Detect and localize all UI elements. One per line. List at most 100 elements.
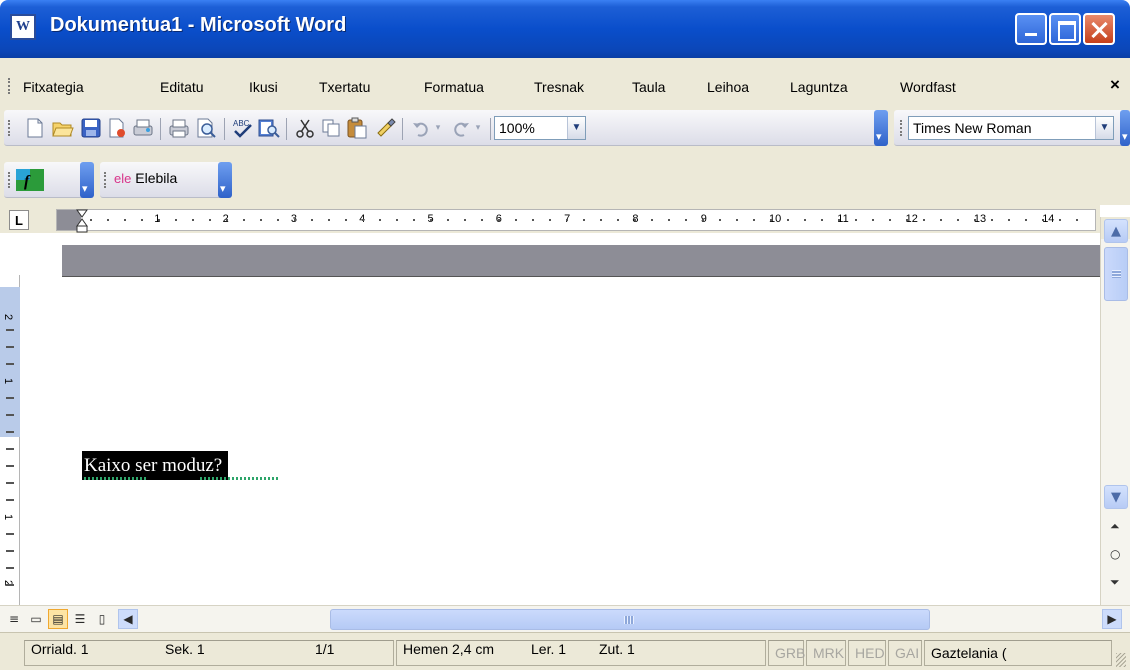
menu-close-icon[interactable]: ×: [1110, 75, 1120, 95]
vertical-ruler[interactable]: 2112: [0, 275, 20, 605]
ruler-tick: [192, 219, 194, 221]
research-icon[interactable]: [258, 117, 280, 139]
format-painter-icon[interactable]: [374, 117, 396, 139]
toolbar-separator: [160, 118, 161, 140]
menu-formatua[interactable]: Formatua: [424, 79, 484, 95]
permission-icon[interactable]: [106, 117, 128, 139]
paste-icon[interactable]: [346, 117, 368, 139]
chevron-down-icon[interactable]: ▼: [567, 117, 585, 139]
elebila-logo-icon: ele: [114, 171, 132, 186]
ruler-tick: [838, 219, 840, 221]
search-icon[interactable]: [196, 117, 218, 139]
status-position[interactable]: Hemen 2,4 cm Ler. 1 Zut. 1: [396, 640, 766, 666]
vertical-scroll-thumb[interactable]: [1104, 247, 1128, 301]
menu-tresnak[interactable]: Tresnak: [534, 79, 584, 95]
scroll-left-button[interactable]: ◀: [118, 609, 138, 629]
title-bar: W Dokumentua1 - Microsoft Word: [0, 0, 1130, 58]
menu-editatu[interactable]: Editatu: [160, 79, 204, 95]
menu-wordfast[interactable]: Wordfast: [900, 79, 956, 95]
resize-grip[interactable]: [1116, 653, 1126, 667]
menu-ikusi[interactable]: Ikusi: [249, 79, 278, 95]
ruler-tick: [209, 219, 211, 221]
cut-icon[interactable]: [294, 117, 316, 139]
next-page-icon[interactable]: ⏷: [1110, 575, 1120, 590]
ruler-tick: [1059, 219, 1061, 221]
ruler-tick: [991, 219, 993, 221]
tab-selector[interactable]: L: [9, 210, 29, 230]
status-page-of: 1/1: [315, 641, 335, 657]
reading-layout-icon[interactable]: ▯: [92, 609, 112, 629]
ruler-tick: [974, 219, 976, 221]
undo-icon[interactable]: [410, 117, 432, 139]
redo-icon[interactable]: [450, 117, 472, 139]
print-icon[interactable]: [168, 117, 190, 139]
toolbar-options-button[interactable]: [874, 110, 888, 146]
status-rec[interactable]: GRB: [768, 640, 805, 666]
open-icon[interactable]: [52, 117, 74, 139]
menu-taula[interactable]: Taula: [632, 79, 665, 95]
indent-marker-icon[interactable]: [75, 208, 89, 234]
ruler-tick: [345, 219, 347, 221]
status-section: Sek. 1: [165, 641, 205, 657]
status-at: Hemen 2,4 cm: [403, 641, 495, 657]
toolbar-grip[interactable]: [900, 120, 903, 136]
ruler-tick: [821, 219, 823, 221]
outline-view-icon[interactable]: ☰: [70, 609, 90, 629]
vertical-ruler-tick: [6, 414, 14, 416]
toolbar-options-button[interactable]: [218, 162, 232, 198]
chevron-down-icon[interactable]: ▼: [1095, 117, 1113, 139]
status-trk[interactable]: MRK: [806, 640, 846, 666]
minimize-button[interactable]: [1015, 13, 1047, 45]
toolbar-options-button[interactable]: [1120, 110, 1130, 146]
word-app-icon[interactable]: W: [10, 14, 36, 40]
web-layout-icon[interactable]: ▭: [26, 609, 46, 629]
select-browse-object-icon[interactable]: ○: [1110, 547, 1120, 561]
font-combo[interactable]: Times New Roman ▼: [908, 116, 1114, 140]
menu-txertatu[interactable]: Txertatu: [319, 79, 370, 95]
formula-icon[interactable]: f: [16, 169, 44, 191]
document-text[interactable]: Kaixo ser moduz?: [82, 451, 229, 480]
horizontal-ruler[interactable]: 1234567891011121314: [56, 208, 1096, 234]
toolbar-options-button[interactable]: [80, 162, 94, 198]
maximize-button[interactable]: [1049, 13, 1081, 45]
previous-page-icon[interactable]: ⏶: [1110, 519, 1120, 534]
normal-view-icon[interactable]: ≡: [4, 609, 24, 629]
ruler-tick: [787, 219, 789, 221]
new-icon[interactable]: [24, 117, 46, 139]
vertical-ruler-tick: [6, 550, 14, 552]
vertical-scrollbar[interactable]: ▲ ▼ ⏶ ○ ⏷: [1100, 217, 1130, 605]
status-language[interactable]: Gaztelania (: [924, 640, 1112, 666]
menu-fitxategia[interactable]: Fitxategia: [23, 79, 84, 95]
toolbar-separator: [286, 118, 287, 140]
toolbar-grip[interactable]: [8, 172, 11, 188]
scroll-up-button[interactable]: ▲: [1104, 219, 1128, 243]
elebila-toolbar: ele Elebila: [100, 162, 230, 198]
toolbar-grip[interactable]: [8, 120, 11, 136]
horizontal-scroll-thumb[interactable]: [330, 609, 930, 630]
menu-laguntza[interactable]: Laguntza: [790, 79, 848, 95]
redo-dropdown-icon[interactable]: ▾: [472, 117, 484, 139]
save-icon[interactable]: [80, 117, 102, 139]
copy-icon[interactable]: [320, 117, 342, 139]
status-ovr[interactable]: GAI: [888, 640, 922, 666]
close-button[interactable]: [1083, 13, 1115, 45]
ruler-number: 14: [1042, 213, 1055, 225]
ruler-tick: [447, 219, 449, 221]
ruler-tick: [923, 219, 925, 221]
print-layout-icon[interactable]: ▤: [48, 609, 68, 629]
status-page-section[interactable]: Orriald. 1 Sek. 1 1/1: [24, 640, 394, 666]
toolbar-grip[interactable]: [104, 172, 107, 188]
ruler-tick: [617, 219, 619, 221]
menu-grip[interactable]: [8, 78, 11, 94]
zoom-combo[interactable]: 100% ▼: [494, 116, 586, 140]
scroll-right-button[interactable]: ▶: [1102, 609, 1122, 629]
menu-leihoa[interactable]: Leihoa: [707, 79, 749, 95]
print-preview-icon[interactable]: [132, 117, 154, 139]
spelling-icon[interactable]: ABC: [232, 117, 254, 139]
elebila-button[interactable]: ele Elebila: [114, 170, 177, 186]
undo-dropdown-icon[interactable]: ▾: [432, 117, 444, 139]
status-ext[interactable]: HED: [848, 640, 886, 666]
document-area[interactable]: [0, 233, 1100, 605]
scroll-down-button[interactable]: ▼: [1104, 485, 1128, 509]
ruler-tick: [549, 219, 551, 221]
